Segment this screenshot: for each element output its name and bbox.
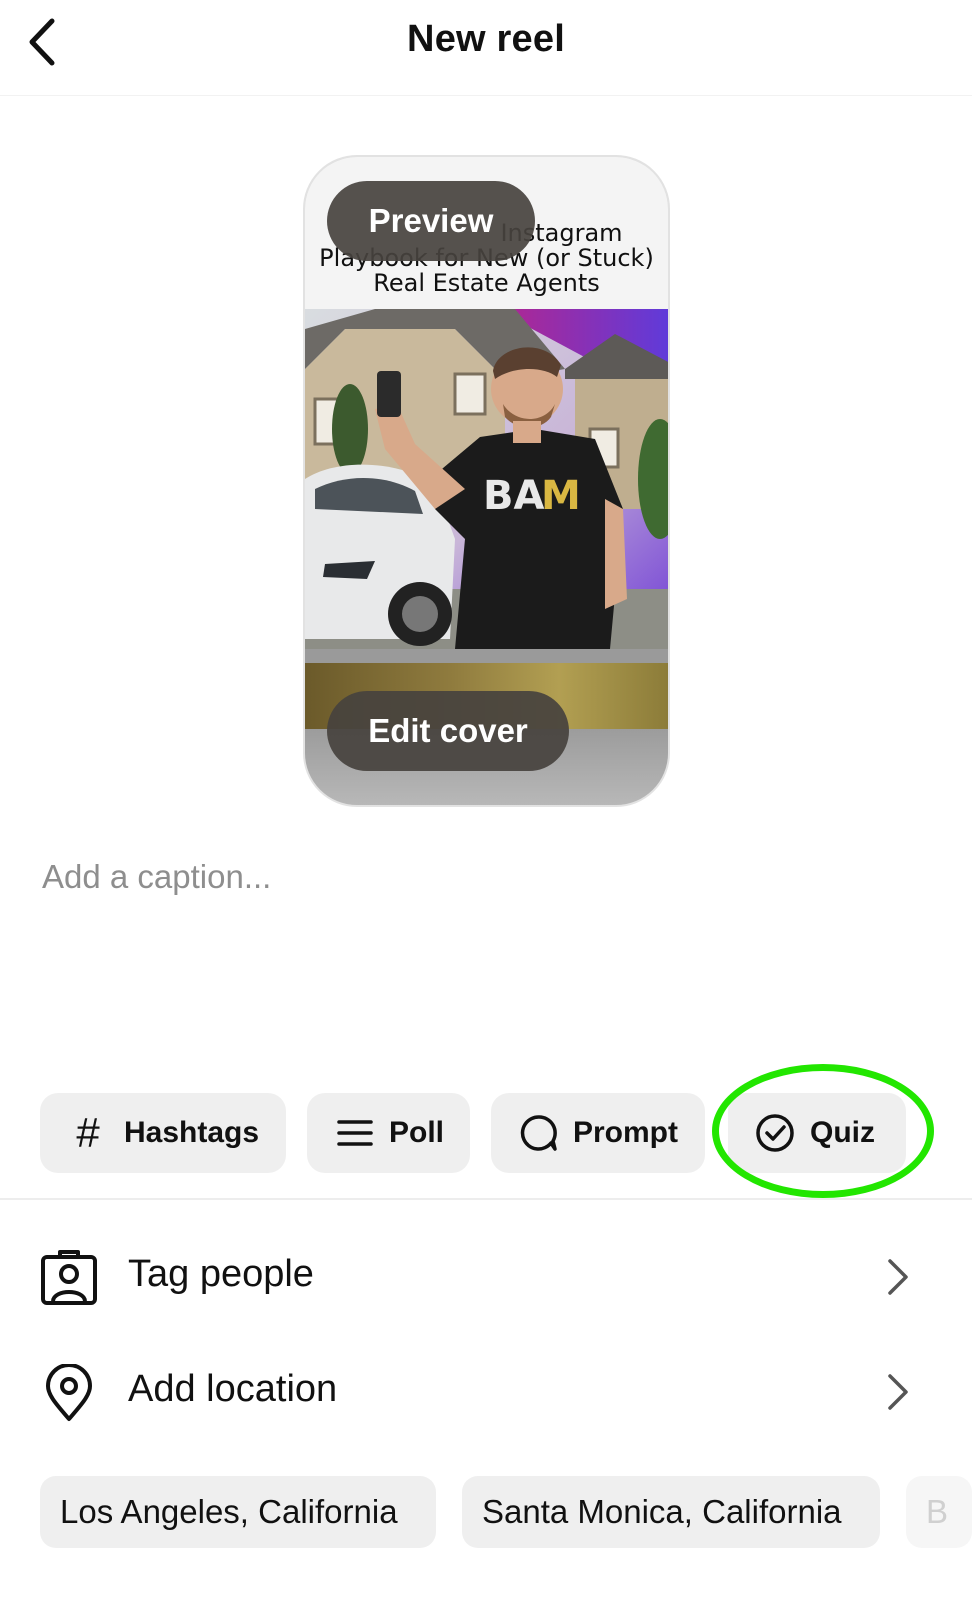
- chevron-right-icon: [888, 1374, 908, 1410]
- location-suggestion-chip[interactable]: B: [906, 1476, 972, 1548]
- section-divider: [0, 1198, 972, 1200]
- hashtags-label: Hashtags: [124, 1116, 260, 1149]
- caption-input[interactable]: [42, 858, 922, 1028]
- reel-overlay-line-3: Real Estate Agents: [373, 269, 600, 297]
- edit-cover-button[interactable]: Edit cover: [327, 691, 569, 771]
- reel-cover-image: BA M: [305, 309, 668, 649]
- list-lines-icon: [335, 1118, 375, 1148]
- tag-people-label: Tag people: [128, 1253, 314, 1295]
- reel-cover-card[interactable]: Instagram Playbook for New (or Stuck) Re…: [303, 155, 670, 807]
- add-location-label: Add location: [128, 1368, 338, 1410]
- check-circle-icon: [754, 1113, 796, 1153]
- add-location-row[interactable]: Add location: [0, 1340, 972, 1450]
- location-suggestion-chip[interactable]: Los Angeles, California: [40, 1476, 436, 1548]
- prompt-chip[interactable]: Prompt: [491, 1093, 705, 1173]
- chevron-right-icon: [888, 1259, 908, 1295]
- hashtags-chip[interactable]: # Hashtags: [40, 1093, 286, 1173]
- svg-text:M: M: [541, 473, 581, 519]
- preview-button[interactable]: Preview: [327, 181, 535, 261]
- location-suggestion-chip[interactable]: Santa Monica, California: [462, 1476, 880, 1548]
- poll-label: Poll: [389, 1116, 445, 1149]
- page-title: New reel: [407, 18, 565, 60]
- reel-divider-strip: [305, 649, 668, 663]
- quiz-chip[interactable]: Quiz: [728, 1093, 906, 1173]
- location-pin-icon: [46, 1364, 92, 1421]
- quiz-label: Quiz: [810, 1116, 875, 1149]
- poll-chip[interactable]: Poll: [307, 1093, 470, 1173]
- tag-people-row[interactable]: Tag people: [0, 1225, 972, 1335]
- prompt-label: Prompt: [573, 1116, 678, 1149]
- shirt-logo: BA: [483, 473, 544, 519]
- reel-photo-illustration: BA M: [305, 309, 668, 649]
- tag-person-icon: [41, 1250, 97, 1305]
- speech-bubble-icon: [519, 1114, 559, 1152]
- hashtag-icon: #: [76, 1109, 100, 1156]
- header: New reel: [0, 0, 972, 96]
